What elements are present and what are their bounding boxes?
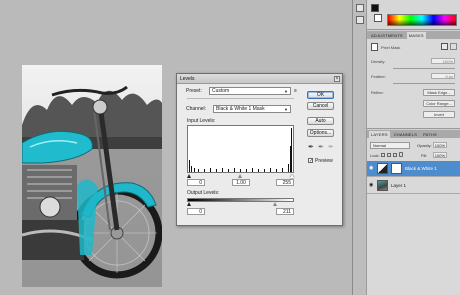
fill-field[interactable]: 100%	[433, 152, 447, 158]
dialog-titlebar[interactable]: Levels	[177, 74, 342, 84]
feather-field[interactable]: 0 px	[431, 73, 455, 79]
input-white-field[interactable]: 255	[276, 179, 294, 186]
input-gamma-slider[interactable]	[238, 174, 242, 178]
auto-button[interactable]: Auto	[307, 117, 334, 125]
chevron-down-icon: ▼	[284, 107, 288, 112]
feather-slider[interactable]	[393, 83, 455, 84]
output-white-field[interactable]: 211	[276, 208, 294, 215]
histogram	[187, 125, 294, 173]
density-label: Density:	[371, 59, 386, 64]
layer-thumbnail	[377, 180, 388, 191]
panel-icon[interactable]	[356, 16, 364, 24]
tab-layers[interactable]: LAYERS	[369, 130, 390, 138]
layers-panel: LAYERS CHANNELS PATHS Normal Opacity: 10…	[367, 130, 460, 295]
opacity-field[interactable]: 100%	[433, 142, 447, 148]
divider	[187, 98, 294, 99]
density-field[interactable]: 100%	[431, 58, 455, 64]
input-black-slider[interactable]	[187, 174, 191, 178]
invert-button[interactable]: Invert	[423, 111, 455, 118]
layer-name[interactable]: Black & White 1	[405, 166, 437, 171]
panel-icon[interactable]	[356, 4, 364, 12]
channel-label: Channel:	[186, 106, 207, 112]
tab-adjustments[interactable]: ADJUSTMENTS	[369, 32, 405, 39]
eye-icon[interactable]: ◉	[369, 166, 375, 171]
layer-name[interactable]: Layer 1	[391, 183, 406, 188]
close-icon[interactable]: ×	[334, 76, 340, 82]
lock-all-icon[interactable]	[399, 152, 403, 157]
channel-select[interactable]: Black & White 1 Mask ▼	[213, 105, 291, 113]
input-white-slider[interactable]	[290, 174, 294, 178]
output-black-slider[interactable]	[187, 202, 191, 206]
layer-row-black-white[interactable]: ◉ Black & White 1	[367, 161, 460, 177]
motorcycle-image	[22, 65, 162, 287]
vector-mask-icon[interactable]	[450, 43, 457, 50]
histogram-bars	[189, 128, 292, 172]
output-black-field[interactable]: 0	[187, 208, 205, 215]
mask-edge-button[interactable]: Mask Edge...	[423, 89, 455, 96]
layer-row-layer-1[interactable]: ◉ Layer 1	[367, 178, 460, 194]
mask-type-label: Pixel Mask	[381, 45, 401, 50]
opacity-label: Opacity:	[417, 143, 432, 148]
preset-value: Custom	[212, 88, 230, 94]
lock-transparent-icon[interactable]	[381, 153, 385, 157]
output-white-slider[interactable]	[273, 202, 277, 206]
feather-label: Feather:	[371, 74, 386, 79]
ok-button[interactable]: OK	[307, 91, 334, 99]
input-gamma-field[interactable]: 1.00	[232, 179, 250, 186]
white-eyedropper-icon[interactable]: ✒	[328, 144, 334, 152]
lock-position-icon[interactable]	[393, 153, 397, 157]
foreground-color-swatch[interactable]	[371, 4, 379, 12]
preset-select[interactable]: Custom ▼	[209, 87, 291, 95]
color-range-button[interactable]: Color Range...	[423, 100, 455, 107]
channel-value: Black & White 1 Mask	[216, 106, 265, 112]
preview-checkbox[interactable]: ✓	[308, 158, 313, 164]
panel-dock: ADJUSTMENTS MASKS Pixel Mask Density: 10…	[352, 0, 460, 295]
cancel-button[interactable]: Cancel	[307, 102, 334, 110]
chevron-down-icon: ▼	[284, 89, 288, 94]
density-slider[interactable]	[393, 68, 455, 69]
collapsed-panel-strip	[353, 0, 367, 295]
color-spectrum[interactable]	[387, 14, 457, 26]
layer-mask-thumbnail[interactable]	[391, 163, 402, 174]
mask-thumbnail	[371, 43, 378, 51]
blend-mode-select[interactable]: Normal	[370, 142, 410, 149]
background-color-swatch[interactable]	[374, 14, 382, 22]
input-black-field[interactable]: 0	[187, 179, 205, 186]
color-panel	[367, 0, 460, 30]
levels-dialog: Levels × Preset: Custom ▼ ≡ Channel: Bla…	[176, 73, 343, 226]
pixel-mask-icon[interactable]	[441, 43, 448, 50]
preset-menu-icon[interactable]: ≡	[294, 88, 297, 94]
refine-label: Refine:	[371, 90, 384, 95]
output-gradient-bar	[187, 198, 294, 202]
black-eyedropper-icon[interactable]: ✒	[308, 144, 314, 152]
motorcycle-photo[interactable]	[22, 65, 162, 287]
input-levels-label: Input Levels:	[187, 118, 216, 124]
adjustment-layer-thumbnail	[377, 163, 388, 174]
options-button[interactable]: Options...	[307, 129, 334, 137]
output-levels-label: Output Levels:	[187, 190, 220, 196]
histogram-graph	[189, 128, 292, 172]
gray-eyedropper-icon[interactable]: ✒	[318, 144, 324, 152]
masks-panel-tabbar: ADJUSTMENTS MASKS	[367, 31, 460, 39]
tab-paths[interactable]: PATHS	[421, 131, 439, 138]
eye-icon[interactable]: ◉	[369, 183, 375, 188]
dialog-title: Levels	[180, 76, 195, 82]
preset-label: Preset:	[186, 88, 202, 94]
fill-label: Fill:	[421, 153, 428, 158]
masks-panel: ADJUSTMENTS MASKS Pixel Mask Density: 10…	[367, 31, 460, 129]
lock-label: Lock:	[370, 153, 380, 158]
preview-label: Preview	[315, 158, 333, 164]
tab-masks[interactable]: MASKS	[406, 31, 426, 39]
layers-panel-tabbar: LAYERS CHANNELS PATHS	[367, 130, 460, 138]
lock-pixels-icon[interactable]	[387, 153, 391, 157]
tab-channels[interactable]: CHANNELS	[392, 131, 419, 138]
